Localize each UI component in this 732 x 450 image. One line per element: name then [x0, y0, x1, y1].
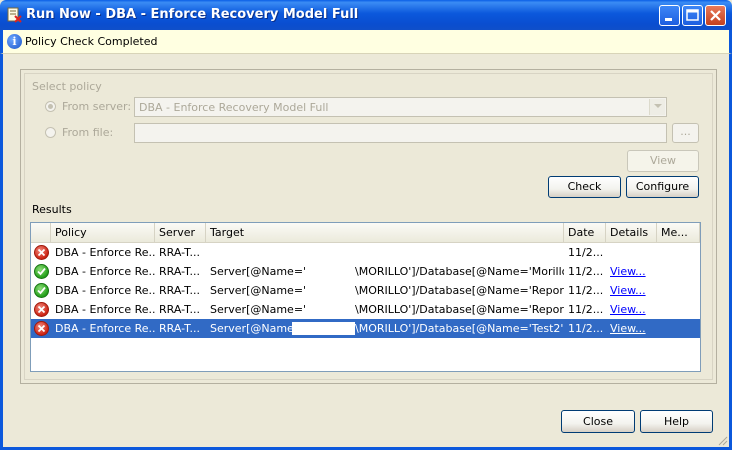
- maximize-icon: [686, 9, 699, 21]
- view-details-link[interactable]: View...: [610, 322, 646, 335]
- status-infobar: i Policy Check Completed: [0, 30, 732, 54]
- policy-scroll-icon: [7, 7, 22, 23]
- cell-target-suffix: \MORILLO']/Database[@Name='Report...: [355, 303, 564, 316]
- resize-grip-icon[interactable]: [716, 434, 728, 446]
- close-icon: [710, 10, 721, 21]
- file-path-input[interactable]: [134, 123, 667, 143]
- minimize-icon: [665, 18, 672, 21]
- cell-policy: DBA - Enforce Re...: [55, 265, 155, 278]
- table-row[interactable]: DBA - Enforce Re... RRA-T... Server[@Name=…: [31, 300, 700, 319]
- cell-details[interactable]: [606, 243, 657, 262]
- cell-server: RRA-T...: [159, 322, 200, 335]
- help-button[interactable]: Help: [640, 410, 713, 433]
- cell-details[interactable]: View...: [606, 262, 657, 281]
- cell-details[interactable]: View...: [606, 300, 657, 319]
- redacted-server-name: [292, 322, 355, 335]
- check-circle-icon: [34, 264, 49, 279]
- cell-target-suffix: \MORILLO']/Database[@Name='MorilloDB']: [355, 265, 564, 278]
- window-title: Run Now - DBA - Enforce Recovery Model F…: [26, 7, 359, 22]
- cell-target-suffix: \MORILLO']/Database[@Name='Test2']: [355, 322, 564, 335]
- maximize-button[interactable]: [682, 5, 703, 26]
- info-icon: i: [7, 34, 22, 49]
- column-header-server[interactable]: Server: [155, 223, 206, 242]
- configure-button[interactable]: Configure: [626, 176, 699, 198]
- cell-details[interactable]: View...: [606, 281, 657, 300]
- cell-policy: DBA - Enforce Re...: [55, 322, 155, 335]
- error-circle-icon: [34, 302, 49, 317]
- cell-message: [657, 262, 700, 281]
- cell-message: [657, 281, 700, 300]
- cell-target-prefix: Server[@Name=': [210, 303, 307, 316]
- select-policy-label: Select policy: [32, 80, 102, 93]
- view-policy-button[interactable]: View: [627, 150, 699, 172]
- cell-target-suffix: [351, 243, 564, 262]
- cell-policy: DBA - Enforce Re...: [55, 246, 155, 259]
- cell-policy: DBA - Enforce Re...: [55, 303, 155, 316]
- chevron-down-icon[interactable]: [649, 99, 665, 115]
- column-header-target[interactable]: Target: [206, 223, 564, 242]
- status-column-header[interactable]: [31, 223, 51, 242]
- title-bar: Run Now - DBA - Enforce Recovery Model F…: [0, 0, 732, 30]
- cell-server: RRA-T...: [159, 265, 200, 278]
- close-window-button[interactable]: [705, 5, 726, 26]
- view-details-link[interactable]: View...: [610, 303, 646, 316]
- error-circle-icon: [34, 321, 49, 336]
- table-row[interactable]: DBA - Enforce Re... RRA-T... Server[@Name=…: [31, 319, 700, 338]
- from-server-radio[interactable]: [45, 101, 56, 112]
- check-circle-icon: [34, 283, 49, 298]
- from-file-radio[interactable]: [45, 127, 56, 138]
- cell-server: RRA-T...: [159, 303, 200, 316]
- cell-date: 11/2...: [568, 246, 604, 259]
- check-button[interactable]: Check: [548, 176, 621, 198]
- cell-details[interactable]: View...: [606, 319, 657, 338]
- from-file-label: From file:: [62, 126, 114, 139]
- column-header-details[interactable]: Details: [606, 223, 657, 242]
- table-row[interactable]: DBA - Enforce Re... RRA-T... Server[@Name=…: [31, 281, 700, 300]
- cell-server: RRA-T...: [159, 284, 200, 297]
- cell-date: 11/2...: [568, 284, 604, 297]
- cell-server: RRA-T...: [159, 246, 200, 259]
- cell-message: [657, 319, 700, 338]
- results-grid[interactable]: Policy Server Target Date Details Me... …: [30, 222, 701, 372]
- view-details-link[interactable]: View...: [610, 265, 646, 278]
- cell-target-prefix: [206, 243, 356, 262]
- cell-date: 11/2...: [568, 303, 604, 316]
- column-header-policy[interactable]: Policy: [51, 223, 155, 242]
- close-button[interactable]: Close: [561, 410, 635, 433]
- cell-target-prefix: Server[@Name=': [210, 265, 307, 278]
- cell-policy: DBA - Enforce Re...: [55, 284, 155, 297]
- cell-message: [657, 243, 700, 262]
- view-details-link[interactable]: View...: [610, 284, 646, 297]
- server-policy-dropdown[interactable]: DBA - Enforce Recovery Model Full: [134, 97, 667, 117]
- minimize-button[interactable]: [659, 5, 680, 26]
- results-label: Results: [32, 203, 72, 216]
- grid-header: Policy Server Target Date Details Me...: [31, 223, 700, 243]
- cell-target-prefix: Server[@Name=': [210, 284, 307, 297]
- cell-message: [657, 300, 700, 319]
- cell-target-suffix: \MORILLO']/Database[@Name='Report...: [355, 284, 564, 297]
- from-server-label: From server:: [62, 100, 132, 113]
- column-header-message[interactable]: Me...: [657, 223, 700, 242]
- status-text: Policy Check Completed: [25, 35, 158, 48]
- error-circle-icon: [34, 245, 49, 260]
- table-row[interactable]: DBA - Enforce Re... RRA-T... 11/2...: [31, 243, 700, 262]
- browse-file-button[interactable]: ...: [672, 123, 699, 143]
- cell-date: 11/2...: [568, 265, 604, 278]
- window-border-left: [0, 30, 3, 450]
- cell-date: 11/2...: [568, 322, 604, 335]
- column-header-date[interactable]: Date: [564, 223, 606, 242]
- table-row[interactable]: DBA - Enforce Re... RRA-T... Server[@Name=…: [31, 262, 700, 281]
- server-policy-value: DBA - Enforce Recovery Model Full: [139, 101, 329, 114]
